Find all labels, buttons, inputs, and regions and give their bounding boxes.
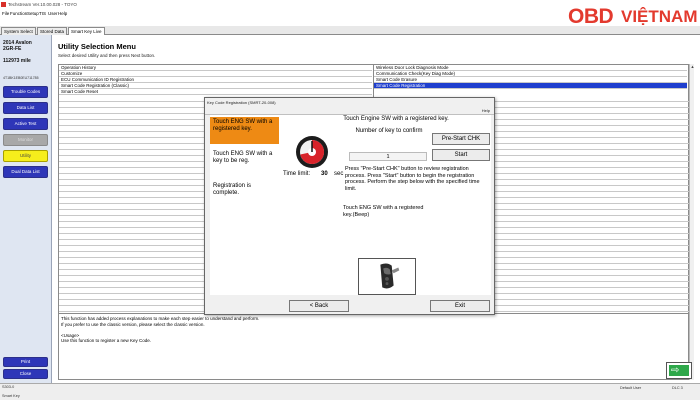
- time-limit-unit: sec: [334, 171, 344, 177]
- utility-smart-code-registration[interactable]: Smart Code Registration: [374, 83, 687, 89]
- dual-data-list-button[interactable]: Dual Data List: [3, 166, 48, 178]
- status-dlc: DLC 3: [672, 386, 683, 390]
- num-keys-label: Number of key to confirm: [355, 128, 423, 134]
- timer-gauge-icon: [296, 136, 328, 168]
- smart-key-image: [358, 258, 416, 295]
- status-code: S303-0: [2, 385, 15, 389]
- tab-stored-data[interactable]: Stored Data: [37, 27, 68, 35]
- step-3: Registration is complete.: [213, 183, 252, 196]
- time-limit-label: Time limit:: [283, 171, 311, 177]
- close-button[interactable]: Close: [3, 369, 48, 379]
- dialog-title: Key Code Registration (SMRT-20-008): [207, 100, 276, 105]
- dialog-top-message: Touch Engine SW with a registered key.: [343, 116, 449, 122]
- smart-key-icon: [359, 259, 415, 294]
- dialog-help-link[interactable]: Help: [482, 108, 490, 113]
- vehicle-engine: 2GR-FE: [3, 46, 22, 52]
- status-key-label: Smart Key: [2, 394, 20, 398]
- start-button[interactable]: Start: [432, 149, 490, 161]
- status-bar: S303-0 Smart Key Default User DLC 3: [0, 383, 700, 400]
- active-test-button[interactable]: Active Test: [3, 118, 48, 130]
- brand-vietnam: VIỆTNAM: [621, 7, 698, 26]
- pre-start-chk-button[interactable]: Pre-Start CHK: [432, 133, 490, 145]
- page-instruction: Select desired Utility and then press Ne…: [58, 53, 156, 58]
- list-scrollbar[interactable]: ▲ ▼: [689, 64, 694, 347]
- tab-bar: System Select Stored Data Smart Key Live: [0, 26, 700, 36]
- back-button[interactable]: < Back: [289, 300, 349, 312]
- num-keys-field[interactable]: 1: [349, 152, 427, 161]
- menu-file[interactable]: File: [2, 11, 9, 16]
- key-code-registration-dialog: Key Code Registration (SMRT-20-008) Help…: [204, 97, 495, 315]
- menu-function[interactable]: Function: [10, 11, 27, 16]
- time-limit-value: 30: [321, 171, 328, 177]
- menu-help[interactable]: Help: [58, 11, 67, 16]
- exit-button[interactable]: Exit: [430, 300, 490, 312]
- steps-panel: Touch ENG SW with a registered key. Touc…: [210, 115, 279, 295]
- sidebar: 2014 Avalon 2GR-FE 112973 mile 4T1BK1EB0…: [0, 35, 52, 383]
- description-panel: This function has added process explanat…: [58, 313, 689, 380]
- menu-user[interactable]: User: [48, 11, 58, 16]
- menu-tis[interactable]: TIS: [39, 11, 46, 16]
- app-icon: [1, 2, 6, 7]
- next-button[interactable]: ⇨: [666, 362, 692, 379]
- data-list-button[interactable]: Data List: [3, 102, 48, 114]
- window-title: Techstream Ver.10.00.028 - TOYO: [8, 2, 77, 7]
- monitor-button: Monitor: [3, 134, 48, 146]
- step-1: Touch ENG SW with a registered key.: [210, 117, 279, 144]
- dialog-instruction: Press "Pre-Start CHK" button to review r…: [345, 166, 480, 192]
- utility-button[interactable]: Utility: [3, 150, 48, 162]
- page-title: Utility Selection Menu: [58, 42, 136, 51]
- next-arrow-icon: ⇨: [669, 365, 689, 376]
- dialog-sub-instruction: Touch ENG SW with a registered key.(Beep…: [343, 205, 424, 218]
- vehicle-vin: 4T1BK1EB0EU711785: [3, 76, 39, 80]
- utility-smart-code-reset[interactable]: Smart Code Reset: [59, 89, 372, 95]
- description-line-5: Use this function to register a new Key …: [61, 338, 152, 343]
- scroll-up-icon[interactable]: ▲: [690, 64, 695, 69]
- trouble-codes-button[interactable]: Trouble Codes: [3, 86, 48, 98]
- print-button[interactable]: Print: [3, 357, 48, 367]
- step-2: Touch ENG SW with a key to be reg.: [213, 151, 273, 164]
- tab-system-select[interactable]: System Select: [1, 27, 36, 35]
- dialog-content: Touch Engine SW with a registered key. T…: [279, 115, 491, 295]
- vehicle-mileage: 112973 mile: [3, 58, 31, 64]
- status-user: Default User: [620, 386, 642, 390]
- menu-setup[interactable]: Setup: [27, 11, 39, 16]
